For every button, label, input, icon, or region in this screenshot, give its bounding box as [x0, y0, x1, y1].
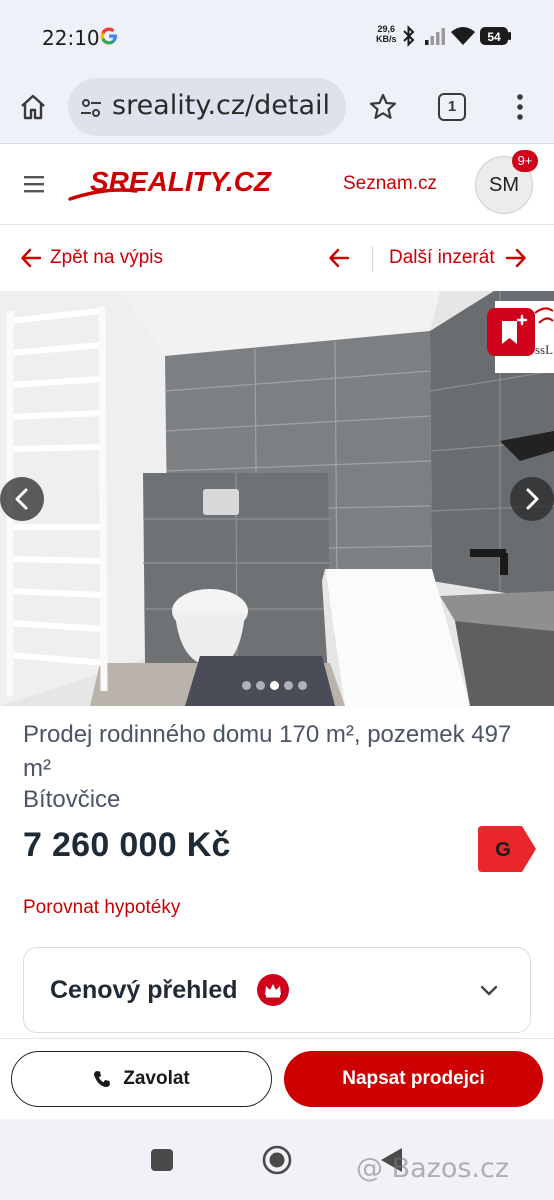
bazos-watermark: @ Bazos.cz: [356, 1153, 510, 1184]
chevron-left-icon: [15, 488, 28, 510]
energy-class-badge[interactable]: G: [478, 826, 538, 872]
browser-toolbar: sreality.cz/detail 1: [0, 72, 554, 144]
site-header: SREALITY.CZ Seznam.cz: [0, 145, 554, 225]
agency-logo-text: ssL: [535, 342, 553, 357]
google-g-icon: [100, 27, 117, 45]
sreality-logo[interactable]: SREALITY.CZ: [66, 165, 302, 205]
bookmark-star-icon[interactable]: [368, 92, 398, 122]
battery-level: 54: [487, 30, 501, 44]
listing-title: Prodej rodinného domu 170 m², pozemek 49…: [23, 721, 512, 782]
logo-text: SREALITY.CZ: [90, 166, 272, 197]
next-listing-label: Další inzerát: [389, 247, 495, 268]
signal-icon: [425, 28, 445, 45]
contact-actions-bar: Zavolat Napsat prodejci: [0, 1038, 554, 1118]
gallery-dot[interactable]: [270, 681, 279, 690]
gallery-prev-button[interactable]: [0, 477, 44, 521]
status-time: 22:10: [42, 26, 100, 50]
compare-mortgages-link[interactable]: Porovnat hypotéky: [23, 897, 180, 919]
url-text: sreality.cz/detail: [112, 90, 331, 121]
home-icon[interactable]: [18, 92, 48, 122]
price-overview-accordion[interactable]: Cenový přehled: [23, 947, 531, 1033]
price-overview-label: Cenový přehled: [50, 976, 238, 1004]
photo-gallery[interactable]: ssL: [0, 291, 554, 706]
more-menu-icon[interactable]: [510, 92, 530, 122]
wifi-icon: [451, 27, 475, 45]
message-seller-label: Napsat prodejci: [342, 1068, 485, 1089]
bluetooth-icon: [403, 25, 415, 47]
gallery-dot[interactable]: [298, 681, 307, 690]
chevron-down-icon: [480, 985, 498, 996]
system-navigation-bar: @ Bazos.cz: [0, 1119, 554, 1200]
bookmark-add-icon: [502, 314, 528, 344]
hamburger-menu-icon[interactable]: [24, 175, 44, 193]
status-bar: 22:10 29,6 KB/s 54: [0, 0, 554, 72]
tab-switcher-button[interactable]: 1: [438, 93, 466, 121]
call-button[interactable]: Zavolat: [11, 1051, 272, 1107]
notification-badge: 9+: [512, 150, 538, 172]
listing-price: 7 260 000 Kč: [23, 826, 231, 864]
listing-navigation: Zpět na výpis Další inzerát: [0, 226, 554, 290]
arrow-right-icon: [505, 248, 526, 268]
gallery-dot[interactable]: [256, 681, 265, 690]
battery-icon: 54: [480, 27, 511, 45]
bathroom-photo: [0, 291, 554, 706]
call-label: Zavolat: [123, 1068, 190, 1089]
message-seller-button[interactable]: Napsat prodejci: [284, 1051, 543, 1107]
listing-location[interactable]: Bítovčice: [23, 786, 120, 814]
back-to-list-link[interactable]: Zpět na výpis: [20, 244, 163, 272]
address-bar[interactable]: sreality.cz/detail: [68, 78, 346, 136]
crown-icon: [257, 974, 289, 1006]
nav-divider: [372, 246, 373, 272]
gallery-next-button[interactable]: [510, 477, 554, 521]
gallery-dot[interactable]: [284, 681, 293, 690]
chevron-right-icon: [526, 488, 539, 510]
save-favorite-button[interactable]: [487, 308, 535, 356]
network-speed-unit: KB/s: [376, 34, 397, 44]
network-speed-value: 29,6: [377, 24, 396, 34]
recent-apps-button[interactable]: [151, 1149, 173, 1171]
gallery-pagination: [242, 681, 307, 691]
arrow-left-icon: [21, 248, 42, 268]
site-settings-icon[interactable]: [80, 97, 102, 119]
network-speed: 29,6 KB/s: [376, 24, 397, 44]
previous-listing-arrow-icon[interactable]: [328, 247, 350, 269]
phone-icon: [94, 1071, 111, 1087]
seznam-link[interactable]: Seznam.cz: [343, 173, 437, 195]
next-listing-link[interactable]: Další inzerát: [389, 244, 527, 272]
back-to-list-label: Zpět na výpis: [50, 247, 163, 268]
energy-class-letter: G: [495, 839, 511, 861]
home-circle-button[interactable]: [261, 1144, 293, 1176]
gallery-dot[interactable]: [242, 681, 251, 690]
